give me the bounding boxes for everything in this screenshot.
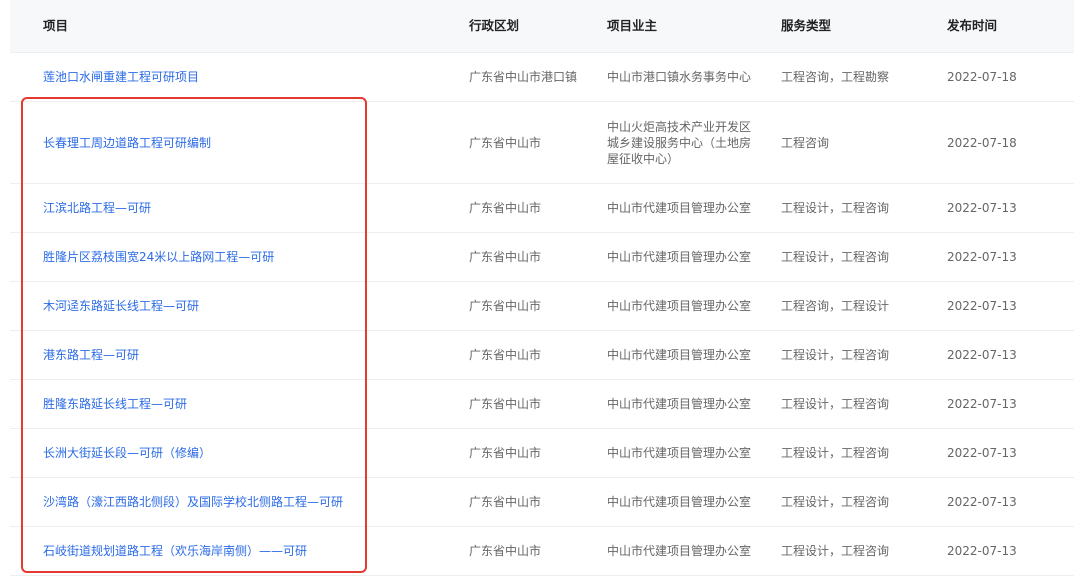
region-cell: 广东省中山市 [469,446,542,460]
service-cell: 工程设计，工程咨询 [781,397,890,411]
table-row: 长春理工周边道路工程可研编制 广东省中山市 中山火炬高技术产业开发区城乡建设服务… [10,102,1074,184]
project-link[interactable]: 石岐街道规划道路工程（欢乐海岸南侧）——可研 [10,543,447,559]
date-cell: 2022-07-13 [947,348,1017,362]
date-cell: 2022-07-13 [947,299,1017,313]
service-cell: 工程咨询 [781,135,830,150]
owner-cell: 中山市代建项目管理办公室 [607,348,752,362]
owner-cell: 中山火炬高技术产业开发区城乡建设服务中心（土地房屋征收中心） [585,119,763,167]
region-cell: 广东省中山市 [469,250,542,264]
region-cell: 广东省中山市 [469,397,542,411]
service-cell: 工程设计，工程咨询 [781,544,890,558]
service-cell: 工程设计，工程咨询 [781,250,890,264]
project-link[interactable]: 长洲大街延长段—可研（修编） [10,445,447,461]
header-date[interactable]: 发布时间 [937,18,1074,34]
region-cell: 广东省中山市 [469,201,542,215]
table-row: 江滨北路工程—可研 广东省中山市 中山市代建项目管理办公室 工程设计，工程咨询 … [10,184,1074,233]
table-row: 胜隆片区荔枝围宽24米以上路网工程—可研 广东省中山市 中山市代建项目管理办公室… [10,233,1074,282]
date-cell: 2022-07-18 [947,70,1017,84]
region-cell: 广东省中山市 [469,299,542,313]
owner-cell: 中山市港口镇水务事务中心 [607,70,752,84]
table-row: 胜隆东路延长线工程—可研 广东省中山市 中山市代建项目管理办公室 工程设计，工程… [10,380,1074,429]
service-cell: 工程咨询，工程设计 [781,299,890,313]
date-cell: 2022-07-13 [947,495,1017,509]
date-cell: 2022-07-13 [947,397,1017,411]
service-cell: 工程设计，工程咨询 [781,446,890,460]
project-link[interactable]: 长春理工周边道路工程可研编制 [10,135,447,151]
owner-cell: 中山市代建项目管理办公室 [607,544,752,558]
owner-cell: 中山市代建项目管理办公室 [607,446,752,460]
date-cell: 2022-07-13 [947,250,1017,264]
table-row: 石岐街道规划道路工程（欢乐海岸南侧）——可研 广东省中山市 中山市代建项目管理办… [10,527,1074,576]
region-cell: 广东省中山市 [469,495,542,509]
project-link[interactable]: 港东路工程—可研 [10,347,447,363]
table-row: 长洲大街延长段—可研（修编） 广东省中山市 中山市代建项目管理办公室 工程设计，… [10,429,1074,478]
owner-text: 中山火炬高技术产业开发区城乡建设服务中心（土地房屋征收中心） [607,119,752,166]
owner-cell: 中山市代建项目管理办公室 [607,495,752,509]
table-row: 沙湾路（濠江西路北侧段）及国际学校北侧路工程—可研 广东省中山市 中山市代建项目… [10,478,1074,527]
service-cell: 工程咨询，工程勘察 [781,70,890,84]
service-cell: 工程设计，工程咨询 [781,348,890,362]
owner-cell: 中山市代建项目管理办公室 [607,250,752,264]
date-cell: 2022-07-13 [947,446,1017,460]
table-row: 木河迳东路延长线工程—可研 广东省中山市 中山市代建项目管理办公室 工程咨询，工… [10,282,1074,331]
header-name[interactable]: 项目 [10,18,447,34]
date-cell: 2022-07-18 [947,135,1017,150]
table-row: 莲池口水闸重建工程可研项目 广东省中山市港口镇 中山市港口镇水务事务中心 工程咨… [10,53,1074,102]
date-cell: 2022-07-13 [947,201,1017,215]
date-cell: 2022-07-13 [947,544,1017,558]
table-row: 港东路工程—可研 广东省中山市 中山市代建项目管理办公室 工程设计，工程咨询 2… [10,331,1074,380]
header-owner[interactable]: 项目业主 [585,18,763,34]
project-link[interactable]: 木河迳东路延长线工程—可研 [10,298,447,314]
service-cell: 工程设计，工程咨询 [781,201,890,215]
project-link[interactable]: 江滨北路工程—可研 [10,200,447,216]
project-link[interactable]: 胜隆东路延长线工程—可研 [10,396,447,412]
region-cell: 广东省中山市 [469,348,542,362]
region-cell: 广东省中山市港口镇 [469,70,578,84]
service-cell: 工程设计，工程咨询 [781,495,890,509]
project-link[interactable]: 莲池口水闸重建工程可研项目 [10,69,447,85]
region-cell: 广东省中山市 [469,135,542,150]
owner-cell: 中山市代建项目管理办公室 [607,299,752,313]
project-link[interactable]: 胜隆片区荔枝围宽24米以上路网工程—可研 [10,249,447,265]
region-cell: 广东省中山市 [469,544,542,558]
header-service[interactable]: 服务类型 [763,18,937,34]
owner-cell: 中山市代建项目管理办公室 [607,201,752,215]
project-table: 项目 行政区划 项目业主 服务类型 发布时间 莲池口水闸重建工程可研项目 广东省… [10,0,1074,576]
table-header: 项目 行政区划 项目业主 服务类型 发布时间 [10,0,1074,53]
header-region[interactable]: 行政区划 [447,18,585,34]
project-link[interactable]: 沙湾路（濠江西路北侧段）及国际学校北侧路工程—可研 [10,494,447,510]
owner-cell: 中山市代建项目管理办公室 [607,397,752,411]
